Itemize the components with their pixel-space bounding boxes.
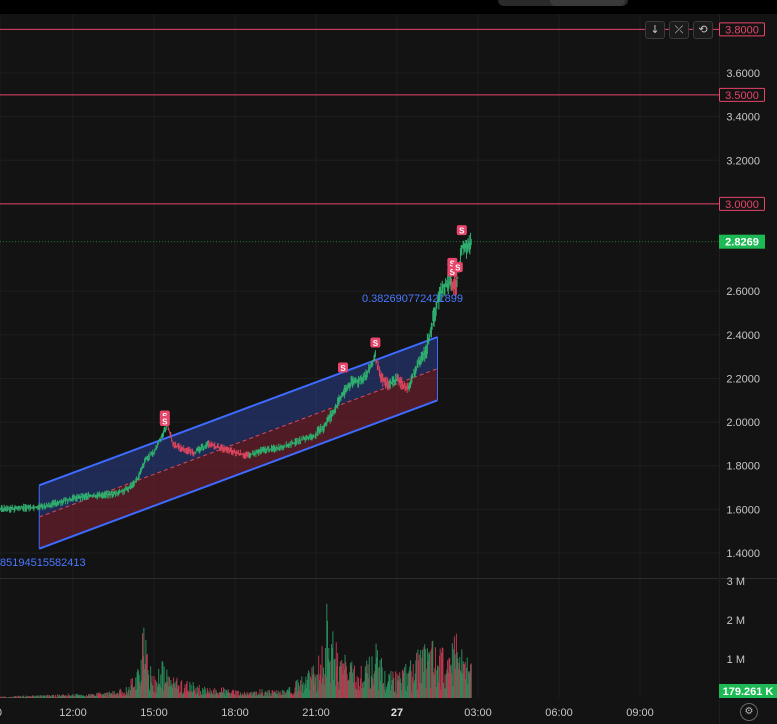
time-axis-label: 21:00 — [302, 707, 330, 719]
time-axis-label: 12:00 — [59, 707, 87, 719]
time-axis-label: 0 — [0, 707, 2, 719]
time-axis-label: 06:00 — [545, 707, 573, 719]
volume-axis-label: 3 M — [727, 576, 745, 588]
price-axis-label: 2.2000 — [726, 373, 760, 385]
reset-chart-icon[interactable]: ⟲ — [693, 21, 713, 39]
sell-marker-label: S — [459, 227, 465, 236]
time-axis-label: 03:00 — [464, 707, 492, 719]
price-axis-label: 2.6000 — [726, 286, 760, 298]
sell-marker-label: S — [162, 418, 168, 427]
volume-axis-label: 2 M — [727, 615, 745, 627]
sell-marker-label: S — [373, 339, 379, 348]
current-volume-label: 179.261 K — [723, 686, 774, 698]
chart-canvas[interactable]: 3.80003.50003.0000SSSSSSSS0.382690772421… — [0, 0, 777, 724]
time-axis-label: 09:00 — [626, 707, 654, 719]
time-axis-label: 27 — [391, 707, 403, 719]
price-axis-label: 3.4000 — [726, 112, 760, 124]
price-axis-label: 3.6000 — [726, 68, 760, 80]
price-axis-label: 1.4000 — [726, 548, 760, 560]
collapse-icon[interactable]: ⤫ — [669, 21, 689, 39]
time-axis-label: 15:00 — [140, 707, 168, 719]
price-axis-label: 1.6000 — [726, 504, 760, 516]
price-axis-label: 1.8000 — [726, 461, 760, 473]
price-axis-label: 2.4000 — [726, 330, 760, 342]
channel-annotation-right: 0.382690772421899 — [362, 293, 463, 305]
channel-lower-fill — [39, 368, 438, 549]
price-axis-label: 2.0000 — [726, 417, 760, 429]
sell-marker-label: S — [455, 264, 461, 273]
price-level-label: 3.5000 — [725, 90, 759, 102]
scroll-down-icon[interactable]: ↓ — [645, 21, 665, 39]
settings-gear-icon[interactable]: ⚙ — [740, 703, 758, 721]
sell-marker-label: S — [340, 364, 346, 373]
channel-annotation-left: 85194515582413 — [0, 557, 86, 569]
time-axis-label: 18:00 — [221, 707, 249, 719]
current-price-label: 2.8269 — [725, 237, 759, 249]
price-axis-label: 3.2000 — [726, 155, 760, 167]
price-level-label: 3.0000 — [725, 199, 759, 211]
price-level-label: 3.8000 — [725, 24, 759, 36]
volume-axis-label: 1 M — [727, 654, 745, 666]
